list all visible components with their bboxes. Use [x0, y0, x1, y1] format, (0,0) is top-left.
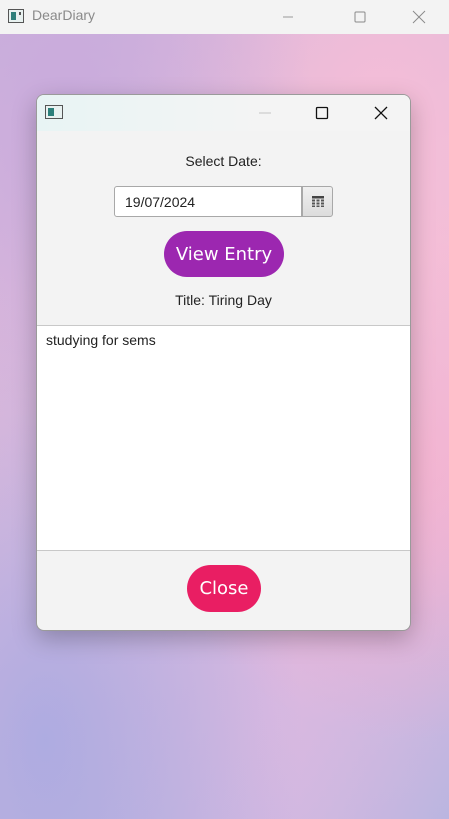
- calendar-icon: [311, 196, 324, 207]
- dialog-minimize-button: [238, 95, 292, 131]
- view-entry-button[interactable]: View Entry: [164, 231, 284, 277]
- maximize-icon: [315, 106, 329, 120]
- entry-title: Title: Tiring Day: [175, 292, 272, 308]
- maximize-icon: [354, 11, 366, 23]
- dialog-maximize-button[interactable]: [295, 95, 349, 131]
- close-icon: [374, 106, 388, 120]
- calendar-button[interactable]: [302, 186, 333, 217]
- close-button[interactable]: Close: [187, 565, 261, 612]
- app-window-icon: [45, 105, 63, 119]
- close-icon: [412, 10, 426, 24]
- main-window-title: DearDiary: [32, 7, 96, 23]
- main-titlebar[interactable]: DearDiary: [0, 0, 449, 34]
- entry-text: studying for sems: [46, 332, 156, 348]
- close-window-button[interactable]: [396, 0, 442, 34]
- maximize-button[interactable]: [337, 0, 383, 34]
- minimize-icon: [259, 112, 271, 114]
- view-entry-dialog: Select Date: View Entry Title: Tiring Da…: [36, 94, 411, 631]
- dialog-close-button[interactable]: [354, 95, 408, 131]
- minimize-button[interactable]: [265, 0, 311, 34]
- dialog-titlebar[interactable]: [37, 95, 410, 131]
- select-date-label: Select Date:: [185, 153, 262, 169]
- minimize-icon: [283, 16, 293, 18]
- app-window-icon: [8, 9, 24, 23]
- date-input[interactable]: [114, 186, 302, 217]
- entry-text-area[interactable]: studying for sems: [37, 325, 410, 551]
- main-window: DearDiary Select Date: 19/07/2024 View E…: [0, 0, 449, 819]
